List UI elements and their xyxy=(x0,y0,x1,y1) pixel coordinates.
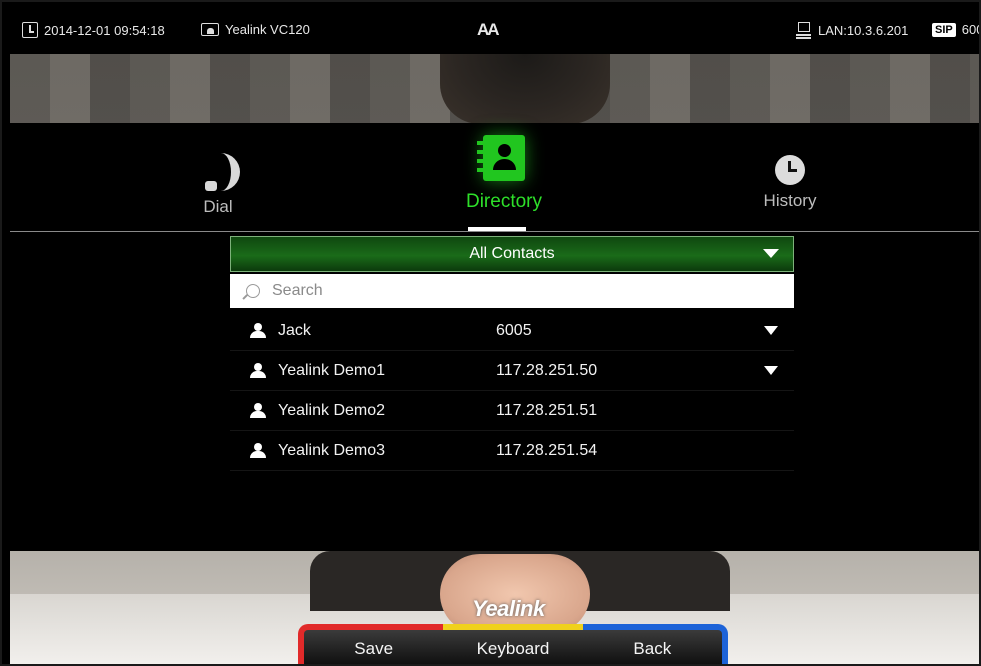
brand-logo: Yealink xyxy=(472,596,545,621)
save-button[interactable]: Save xyxy=(298,624,444,664)
tab-bar: Dial Directory History xyxy=(10,123,979,231)
clock-icon xyxy=(22,22,38,38)
participant-hands xyxy=(440,554,590,634)
person-icon xyxy=(250,363,266,378)
datetime-status: 2014-12-01 09:54:18 xyxy=(22,22,165,38)
softkey-bar: Save Keyboard Back xyxy=(298,624,728,664)
datetime-text: 2014-12-01 09:54:18 xyxy=(44,22,165,38)
screen-frame: 2014-12-01 09:54:18 Yealink VC120 AA LAN… xyxy=(0,0,981,666)
contact-name: Jack xyxy=(278,321,311,339)
contact-number: 117.28.251.51 xyxy=(496,401,598,419)
search-input[interactable]: Search xyxy=(230,274,794,308)
tab-dial-label: Dial xyxy=(203,197,233,216)
sip-badge: SIP xyxy=(932,22,956,37)
contact-row[interactable]: Yealink Demo2 117.28.251.51 xyxy=(230,391,794,431)
network-icon xyxy=(796,22,812,39)
clock-icon xyxy=(775,155,805,185)
tab-history-label: History xyxy=(763,191,817,210)
search-placeholder: Search xyxy=(272,282,323,299)
device-status: Yealink VC120 xyxy=(201,22,310,37)
participant-head xyxy=(440,54,610,124)
tab-directory[interactable]: Directory xyxy=(424,123,584,213)
contact-number: 6005 xyxy=(496,321,532,339)
device-icon xyxy=(201,23,219,36)
lan-status: LAN:10.3.6.201 xyxy=(796,22,908,39)
sip-account: 600 xyxy=(961,22,979,37)
contact-group-dropdown[interactable]: All Contacts xyxy=(230,236,794,272)
phone-icon xyxy=(203,153,240,191)
directory-icon xyxy=(477,135,525,181)
chevron-down-icon[interactable] xyxy=(764,326,778,335)
tab-dial[interactable]: Dial xyxy=(138,123,298,217)
keyboard-button[interactable]: Keyboard xyxy=(443,624,583,664)
contact-group-value: All Contacts xyxy=(469,245,555,262)
person-icon xyxy=(250,323,266,338)
contact-number: 117.28.251.50 xyxy=(496,361,598,379)
contact-row[interactable]: Jack 6005 xyxy=(230,311,794,351)
person-icon xyxy=(250,443,266,458)
contact-row[interactable]: Yealink Demo3 117.28.251.54 xyxy=(230,431,794,471)
contact-list: Jack 6005 Yealink Demo1 117.28.251.50 Ye… xyxy=(230,311,794,471)
search-icon xyxy=(246,284,260,298)
tab-history[interactable]: History xyxy=(710,123,870,211)
status-bar: 2014-12-01 09:54:18 Yealink VC120 AA LAN… xyxy=(10,10,979,54)
font-size-toggle[interactable]: AA xyxy=(477,20,500,40)
lan-address: LAN:10.3.6.201 xyxy=(818,23,909,38)
sip-status: SIP 600 xyxy=(932,22,979,37)
contact-name: Yealink Demo2 xyxy=(278,401,386,419)
chevron-down-icon[interactable] xyxy=(764,366,778,375)
directory-panel: Dial Directory History All Contacts Sear… xyxy=(10,123,979,551)
back-button[interactable]: Back xyxy=(582,624,728,664)
person-icon xyxy=(250,403,266,418)
contact-number: 117.28.251.54 xyxy=(496,441,598,459)
contact-row[interactable]: Yealink Demo1 117.28.251.50 xyxy=(230,351,794,391)
tab-directory-label: Directory xyxy=(465,191,542,212)
device-name: Yealink VC120 xyxy=(225,22,310,37)
contact-name: Yealink Demo1 xyxy=(278,361,386,379)
contact-name: Yealink Demo3 xyxy=(278,441,386,459)
tab-divider xyxy=(10,231,979,232)
chevron-down-icon xyxy=(763,249,779,258)
